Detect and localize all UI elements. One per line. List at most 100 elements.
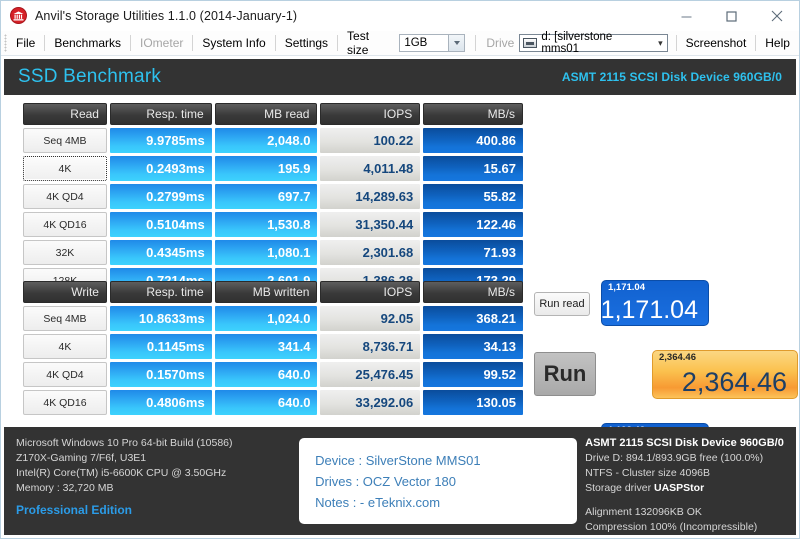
write-iops-cell: 8,736.71 xyxy=(320,334,420,359)
read-resp-time-cell: 9.9785ms xyxy=(110,128,212,153)
table-row[interactable]: Seq 4MB10.8633ms1,024.092.05368.21 xyxy=(23,306,523,331)
write-mbs-cell: 130.05 xyxy=(423,390,523,415)
menu-item-benchmarks[interactable]: Benchmarks xyxy=(45,34,130,53)
write-mbs-cell: 99.52 xyxy=(423,362,523,387)
table-row[interactable]: 4K QD40.2799ms697.714,289.6355.82 xyxy=(23,184,523,209)
read-mb-cell: 195.9 xyxy=(215,156,318,181)
write-row-label[interactable]: 4K QD4 xyxy=(23,362,107,387)
system-cpu: Intel(R) Core(TM) i5-6600K CPU @ 3.50GHz xyxy=(16,466,299,481)
note-drives: Drives : OCZ Vector 180 xyxy=(315,471,577,492)
maximize-icon[interactable] xyxy=(709,1,754,31)
drive-info-block: ASMT 2115 SCSI Disk Device 960GB/0 Drive… xyxy=(577,427,796,535)
menu-item-screenshot[interactable]: Screenshot xyxy=(677,34,756,53)
read-iops-cell: 2,301.68 xyxy=(320,240,420,265)
table-row[interactable]: 32K0.4345ms1,080.12,301.6871.93 xyxy=(23,240,523,265)
compression-info: Compression 100% (Incompressible) xyxy=(585,520,796,535)
drive-info-header: ASMT 2115 SCSI Disk Device 960GB/0 xyxy=(585,436,796,451)
read-mb-cell: 697.7 xyxy=(215,184,318,209)
read-results-table: ReadResp. timeMB readIOPSMB/sSeq 4MB9.97… xyxy=(23,103,523,296)
read-row-label[interactable]: 4K QD16 xyxy=(23,212,107,237)
read-column-header: Read xyxy=(23,103,107,125)
menu-item-settings[interactable]: Settings xyxy=(276,34,337,53)
write-column-header: Write xyxy=(23,281,107,303)
write-iops-cell: 92.05 xyxy=(320,306,420,331)
drive-filesystem: NTFS - Cluster size 4096B xyxy=(585,466,796,481)
read-resp-time-cell: 0.4345ms xyxy=(110,240,212,265)
test-size-value: 1GB xyxy=(404,37,427,49)
read-resp-time-cell: 0.2493ms xyxy=(110,156,212,181)
read-mbs-cell: 15.67 xyxy=(423,156,523,181)
edition-label: Professional Edition xyxy=(16,503,299,518)
spacer xyxy=(585,496,796,505)
table-row[interactable]: 4K QD40.1570ms640.025,476.4599.52 xyxy=(23,362,523,387)
write-row-label[interactable]: Seq 4MB xyxy=(23,306,107,331)
write-row-label[interactable]: 4K QD16 xyxy=(23,390,107,415)
read-iops-cell: 4,011.48 xyxy=(320,156,420,181)
test-size-select[interactable]: 1GB xyxy=(399,34,465,52)
write-resp-time-cell: 0.1570ms xyxy=(110,362,212,387)
minimize-icon[interactable] xyxy=(664,1,709,31)
write-header-row: WriteResp. timeMB writtenIOPSMB/s xyxy=(23,281,523,303)
menu-item-file[interactable]: File xyxy=(7,34,44,53)
chevron-down-icon[interactable] xyxy=(448,35,464,51)
note-notes: Notes : - eTeknix.com xyxy=(315,492,577,513)
write-iops-cell: 25,476.45 xyxy=(320,362,420,387)
write-mb-cell: 1,024.0 xyxy=(215,306,318,331)
run-button[interactable]: Run xyxy=(534,352,596,396)
menu-item-iometer: IOmeter xyxy=(131,34,192,53)
main-panel: ReadResp. timeMB readIOPSMB/sSeq 4MB9.97… xyxy=(4,95,796,428)
notes-area: Device : SilverStone MMS01 Drives : OCZ … xyxy=(299,427,577,535)
read-row-label[interactable]: 32K xyxy=(23,240,107,265)
chevron-down-icon[interactable]: ▾ xyxy=(658,38,663,49)
read-iops-cell: 14,289.63 xyxy=(320,184,420,209)
app-window: Anvil's Storage Utilities 1.1.0 (2014-Ja… xyxy=(0,0,800,539)
benchmark-banner: SSD Benchmark ASMT 2115 SCSI Disk Device… xyxy=(4,59,796,95)
table-row[interactable]: 4K QD160.4806ms640.033,292.06130.05 xyxy=(23,390,523,415)
write-iops-cell: 33,292.06 xyxy=(320,390,420,415)
write-resp-time-cell: 0.1145ms xyxy=(110,334,212,359)
read-mbs-cell: 122.46 xyxy=(423,212,523,237)
read-resp-time-cell: 0.5104ms xyxy=(110,212,212,237)
read-column-header: Resp. time xyxy=(110,103,212,125)
run-read-button[interactable]: Run read xyxy=(534,292,590,316)
drive-capacity: Drive D: 894.1/893.9GB free (100.0%) xyxy=(585,451,796,466)
drive-icon xyxy=(523,38,537,48)
system-info-block: Microsoft Windows 10 Pro 64-bit Build (1… xyxy=(4,427,299,535)
write-mb-cell: 640.0 xyxy=(215,362,318,387)
read-score-value: 1,171.04 xyxy=(601,297,698,323)
notes-box[interactable]: Device : SilverStone MMS01 Drives : OCZ … xyxy=(299,438,577,524)
read-mb-cell: 1,530.8 xyxy=(215,212,318,237)
write-resp-time-cell: 0.4806ms xyxy=(110,390,212,415)
window-title: Anvil's Storage Utilities 1.1.0 (2014-Ja… xyxy=(35,9,297,23)
storage-driver-row: Storage driver UASPStor xyxy=(585,481,796,496)
score-panel: Run read Run Run write 1,171.04 1,171.04… xyxy=(528,95,798,427)
table-row[interactable]: 4K0.1145ms341.48,736.7134.13 xyxy=(23,334,523,359)
total-score-box: 2,364.46 2,364.46 xyxy=(652,350,798,399)
banner-device-name: ASMT 2115 SCSI Disk Device 960GB/0 xyxy=(562,70,782,84)
close-icon[interactable] xyxy=(754,1,799,31)
total-score-caption: 2,364.46 xyxy=(659,353,696,363)
drive-select[interactable]: d: [silverstone mms01 ▾ xyxy=(519,34,667,52)
write-column-header: MB/s xyxy=(423,281,523,303)
table-row[interactable]: 4K QD160.5104ms1,530.831,350.44122.46 xyxy=(23,212,523,237)
system-motherboard: Z170X-Gaming 7/F6f, U3E1 xyxy=(16,451,299,466)
bank-icon xyxy=(10,7,27,24)
write-row-label[interactable]: 4K xyxy=(23,334,107,359)
alignment-info: Alignment 132096KB OK xyxy=(585,505,796,520)
read-row-label[interactable]: 4K QD4 xyxy=(23,184,107,209)
footer: Microsoft Windows 10 Pro 64-bit Build (1… xyxy=(4,427,796,535)
read-iops-cell: 31,350.44 xyxy=(320,212,420,237)
read-mb-cell: 2,048.0 xyxy=(215,128,318,153)
write-mb-cell: 640.0 xyxy=(215,390,318,415)
test-size-label: Test size xyxy=(338,29,399,57)
read-row-label[interactable]: Seq 4MB xyxy=(23,128,107,153)
table-row[interactable]: Seq 4MB9.9785ms2,048.0100.22400.86 xyxy=(23,128,523,153)
drive-value: d: [silverstone mms01 xyxy=(541,31,652,55)
system-memory: Memory : 32,720 MB xyxy=(16,481,299,496)
read-row-label[interactable]: 4K xyxy=(23,156,107,181)
read-score-box: 1,171.04 1,171.04 xyxy=(601,280,709,326)
table-row[interactable]: 4K0.2493ms195.94,011.4815.67 xyxy=(23,156,523,181)
window-controls xyxy=(664,1,799,31)
menu-item-system-info[interactable]: System Info xyxy=(193,34,274,53)
menu-item-help[interactable]: Help xyxy=(756,34,799,53)
